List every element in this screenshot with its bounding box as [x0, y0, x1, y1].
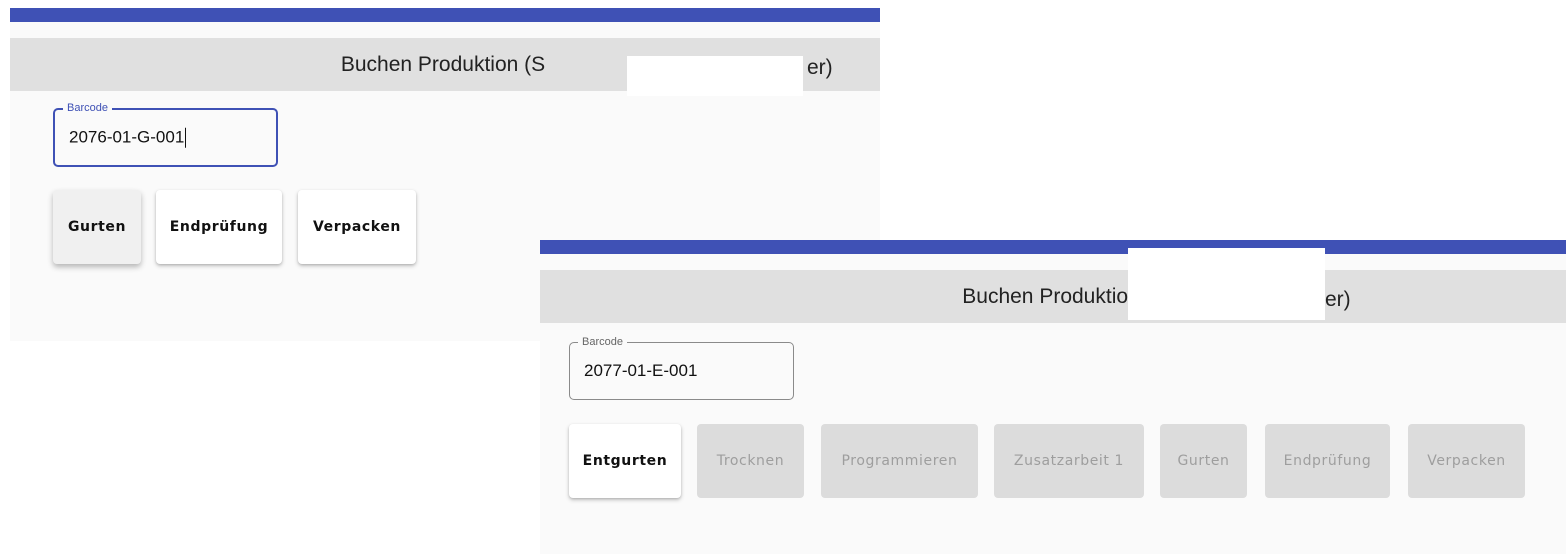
- gurten-button[interactable]: Gurten: [1160, 424, 1247, 498]
- verpacken-button[interactable]: Verpacken: [1408, 424, 1525, 498]
- barcode-input[interactable]: 2077-01-E-001: [584, 361, 697, 381]
- barcode-input[interactable]: 2076-01-G-001: [69, 127, 187, 148]
- trocknen-button[interactable]: Trocknen: [697, 424, 804, 498]
- verpacken-button[interactable]: Verpacken: [298, 190, 416, 264]
- barcode-field[interactable]: Barcode 2076-01-G-001: [53, 101, 278, 167]
- programmieren-button[interactable]: Programmieren: [821, 424, 978, 498]
- page-header: Buchen Produktion: [540, 270, 1566, 323]
- barcode-field[interactable]: Barcode 2077-01-E-001: [569, 335, 794, 400]
- endpruefung-button[interactable]: Endprüfung: [156, 190, 282, 264]
- endpruefung-button[interactable]: Endprüfung: [1265, 424, 1390, 498]
- text-caret: [185, 127, 187, 148]
- barcode-label: Barcode: [63, 101, 112, 115]
- page-title: Buchen Produktion: [962, 284, 1140, 308]
- gurten-button[interactable]: Gurten: [53, 190, 141, 264]
- app-top-bar: [10, 8, 880, 22]
- redaction-block: [627, 56, 803, 96]
- entgurten-button[interactable]: Entgurten: [569, 424, 681, 498]
- page-title-tail: er): [807, 56, 833, 79]
- zusatzarbeit-1-button[interactable]: Zusatzarbeit 1: [994, 424, 1144, 498]
- page-title-tail: er): [1325, 288, 1351, 311]
- page-title: Buchen Produktion (S: [340, 52, 546, 76]
- barcode-label: Barcode: [578, 335, 627, 349]
- redaction-block: [1128, 248, 1325, 320]
- screen-2-panel: Buchen Produktion er) Barcode 2077-01-E-…: [540, 240, 1566, 554]
- app-top-bar: [540, 240, 1566, 254]
